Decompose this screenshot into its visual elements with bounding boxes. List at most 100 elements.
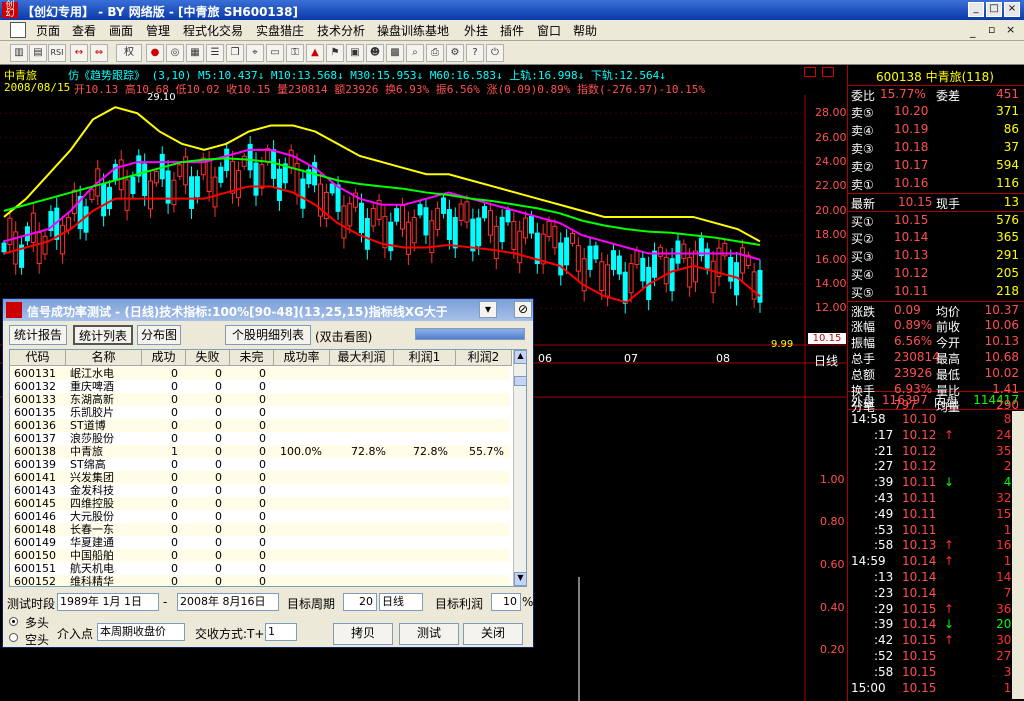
people-icon[interactable]: ☻	[366, 44, 384, 62]
short-radio[interactable]	[9, 633, 18, 642]
table-row[interactable]: 600141 兴发集团 0 0 0	[10, 471, 510, 484]
tick-price: 10.12	[902, 459, 937, 474]
alert-icon[interactable]: ▲	[306, 44, 324, 62]
table-row[interactable]: 600143 金发科技 0 0 0	[10, 484, 510, 497]
detail-list-button[interactable]: 个股明细列表	[225, 325, 311, 345]
stop-icon[interactable]: ●	[146, 44, 164, 62]
dialog-close-text-button[interactable]: 关闭	[463, 623, 523, 645]
table-scrollbar[interactable]: ▲ ▼	[513, 350, 526, 586]
book-icon[interactable]: ▣	[346, 44, 364, 62]
table-row[interactable]: 600148 长春一东 0 0 0	[10, 523, 510, 536]
dialog-title-bar[interactable]: 信号成功率测试 - (日线)技术指标:100%[90-48](13,25,15)…	[3, 299, 533, 321]
flag-icon[interactable]: ⚑	[326, 44, 344, 62]
folder-icon[interactable]: ▤	[29, 44, 47, 62]
menu-plugins[interactable]: 插件	[500, 22, 524, 39]
dialog-dropdown-button[interactable]: ▾	[479, 301, 497, 318]
table-row[interactable]: 600132 重庆啤酒 0 0 0	[10, 380, 510, 393]
panel-expand-icon[interactable]	[804, 67, 816, 77]
menu-manage[interactable]: 管理	[146, 22, 170, 39]
table-cell: 0	[259, 575, 266, 587]
column-header[interactable]: 代码	[10, 350, 66, 366]
start-date-field[interactable]: 1989年 1月 1日	[57, 593, 159, 611]
copy-button[interactable]: 拷贝	[333, 623, 393, 645]
column-header[interactable]: 最大利润	[330, 350, 394, 366]
table-row[interactable]: 600138 中青旅 1 0 0 100.0% 72.8% 72.8% 55.7%	[10, 445, 510, 458]
table-row[interactable]: 600149 华夏建通 0 0 0	[10, 536, 510, 549]
entry-select[interactable]: 本周期收盘价	[97, 623, 185, 641]
menu-window[interactable]: 窗口	[537, 22, 561, 39]
tick-scrollbar[interactable]	[1012, 411, 1024, 699]
table-row[interactable]: 600139 ST绵高 0 0 0	[10, 458, 510, 471]
tab-report[interactable]: 统计报告	[9, 325, 67, 345]
target-icon[interactable]: ◎	[166, 44, 184, 62]
rights-button[interactable]: 权	[116, 44, 142, 62]
menu-app-icon[interactable]	[10, 22, 26, 38]
menu-help[interactable]: 帮助	[573, 22, 597, 39]
table-row[interactable]: 600146 大元股份 0 0 0	[10, 510, 510, 523]
tab-list[interactable]: 统计列表	[73, 325, 133, 345]
test-button[interactable]: 测试	[399, 623, 459, 645]
grid-icon[interactable]: ▦	[186, 44, 204, 62]
column-header[interactable]: 成功	[142, 350, 186, 366]
menu-plugin-external[interactable]: 外挂	[464, 22, 488, 39]
table-row[interactable]: 600137 浪莎股份 0 0 0	[10, 432, 510, 445]
settings-icon[interactable]: ⚙	[446, 44, 464, 62]
cursor-icon[interactable]: ⌖	[246, 44, 264, 62]
column-header[interactable]: 成功率	[274, 350, 330, 366]
list-icon[interactable]: ☰	[206, 44, 224, 62]
exit-icon[interactable]: ⏻	[486, 44, 504, 62]
help-icon[interactable]: ?	[466, 44, 484, 62]
scroll-up-button[interactable]: ▲	[514, 350, 526, 364]
menu-view[interactable]: 查看	[72, 22, 96, 39]
calculator-icon[interactable]: ▩	[386, 44, 404, 62]
pages-icon[interactable]: ❐	[226, 44, 244, 62]
rsi-button[interactable]: RSI	[48, 44, 66, 62]
dialog-close-button[interactable]: ⊘	[514, 301, 532, 318]
table-cell: 0	[215, 562, 222, 575]
target-period-field[interactable]: 20	[343, 593, 377, 611]
mdi-minimize-button[interactable]: _	[970, 25, 976, 38]
table-row[interactable]: 600136 ST道博 0 0 0	[10, 419, 510, 432]
trade-mode-field[interactable]: 1	[265, 623, 297, 641]
candle-body	[710, 260, 716, 294]
table-row[interactable]: 600150 中国船舶 0 0 0	[10, 549, 510, 562]
zoom-in-icon[interactable]: ⇔	[90, 44, 108, 62]
scroll-down-button[interactable]: ▼	[514, 572, 526, 586]
zoom-out-icon[interactable]: ↔	[70, 44, 88, 62]
column-header[interactable]: 名称	[66, 350, 142, 366]
tab-distribution[interactable]: 分布图	[137, 325, 181, 345]
result-table[interactable]: 代码 名称 成功 失败 未完 成功率 最大利润 利润1 利润2 600131 岷江水电 0 0 0 600…	[9, 349, 527, 587]
table-row[interactable]: 600133 东湖高新 0 0 0	[10, 393, 510, 406]
menu-page[interactable]: 页面	[36, 22, 60, 39]
table-row[interactable]: 600145 四维控股 0 0 0	[10, 497, 510, 510]
minimize-button[interactable]: _	[968, 2, 984, 17]
menu-live-hunt[interactable]: 实盘猎庄	[256, 22, 304, 39]
column-header[interactable]: 利润2	[456, 350, 512, 366]
search-icon[interactable]: ⌕	[406, 44, 424, 62]
monitor-icon[interactable]: ▭	[266, 44, 284, 62]
print-icon[interactable]: ⎙	[426, 44, 444, 62]
mdi-restore-button[interactable]: ▫	[988, 23, 995, 36]
column-header[interactable]: 失败	[186, 350, 230, 366]
column-header[interactable]: 利润1	[394, 350, 456, 366]
scroll-thumb[interactable]	[514, 376, 526, 386]
menu-training-base[interactable]: 操盘训练基地	[377, 22, 449, 39]
close-button[interactable]: ×	[1004, 2, 1020, 17]
table-row[interactable]: 600131 岷江水电 0 0 0	[10, 367, 510, 380]
table-row[interactable]: 600152 维科精华 0 0 0	[10, 575, 510, 587]
menu-program-trading[interactable]: 程式化交易	[183, 22, 243, 39]
menu-screen[interactable]: 画面	[109, 22, 133, 39]
period-unit-select[interactable]: 日线	[379, 593, 423, 611]
column-header[interactable]: 未完	[230, 350, 274, 366]
panel-restore-icon[interactable]	[822, 67, 834, 77]
table-row[interactable]: 600151 航天机电 0 0 0	[10, 562, 510, 575]
chart-icon[interactable]: ▥	[10, 44, 28, 62]
maximize-button[interactable]: □	[986, 2, 1002, 17]
menu-tech-analysis[interactable]: 技术分析	[317, 22, 365, 39]
target-profit-field[interactable]: 10	[491, 593, 521, 611]
lock-icon[interactable]: ⚿	[286, 44, 304, 62]
table-row[interactable]: 600135 乐凯胶片 0 0 0	[10, 406, 510, 419]
mdi-close-button[interactable]: ×	[1006, 23, 1015, 36]
end-date-field[interactable]: 2008年 8月16日	[177, 593, 279, 611]
long-radio[interactable]	[9, 617, 18, 626]
